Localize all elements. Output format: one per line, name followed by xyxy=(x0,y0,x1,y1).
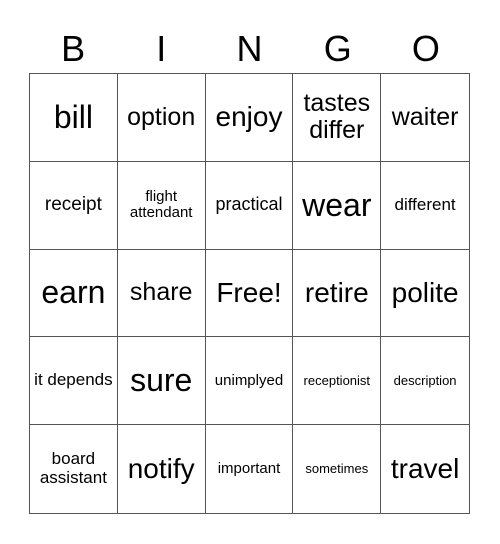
bingo-cell[interactable]: tastes differ xyxy=(293,74,382,162)
bingo-cell[interactable]: board assistant xyxy=(30,425,118,513)
bingo-cell[interactable]: notify xyxy=(118,425,206,513)
bingo-cell[interactable]: sure xyxy=(117,337,206,426)
free-space[interactable]: Free! xyxy=(205,249,294,338)
bingo-cell[interactable]: flight attendant xyxy=(117,161,206,250)
bingo-header: B I N G O xyxy=(29,26,470,72)
bingo-cell[interactable]: sometimes xyxy=(293,425,382,513)
bingo-cell[interactable]: travel xyxy=(381,425,469,513)
header-letter-n: N xyxy=(236,28,263,69)
bingo-cell[interactable]: wear xyxy=(293,161,382,250)
bingo-cell[interactable]: it depends xyxy=(30,337,118,426)
header-letter-i: I xyxy=(156,28,167,69)
bingo-cell[interactable]: bill xyxy=(30,74,118,162)
bingo-cell[interactable]: important xyxy=(206,425,294,513)
header-letter-g: G xyxy=(323,28,352,69)
bingo-cell[interactable]: unimplyed xyxy=(205,337,294,426)
bingo-cell[interactable]: description xyxy=(381,337,469,426)
bingo-cell[interactable]: different xyxy=(381,162,469,250)
bingo-grid: bill option enjoy tastes differ waiter r… xyxy=(29,73,470,514)
bingo-cell[interactable]: waiter xyxy=(381,74,469,162)
header-letter-b: B xyxy=(61,28,86,69)
bingo-cell[interactable]: receipt xyxy=(30,161,118,250)
bingo-cell[interactable]: receptionist xyxy=(293,337,382,426)
bingo-cell[interactable]: earn xyxy=(30,249,118,338)
bingo-cell[interactable]: share xyxy=(117,249,206,338)
bingo-cell[interactable]: option xyxy=(117,74,206,162)
bingo-cell[interactable]: polite xyxy=(381,250,469,338)
bingo-cell[interactable]: enjoy xyxy=(205,74,294,162)
bingo-cell[interactable]: retire xyxy=(293,249,382,338)
bingo-cell[interactable]: practical xyxy=(205,161,294,250)
header-letter-o: O xyxy=(411,28,440,69)
